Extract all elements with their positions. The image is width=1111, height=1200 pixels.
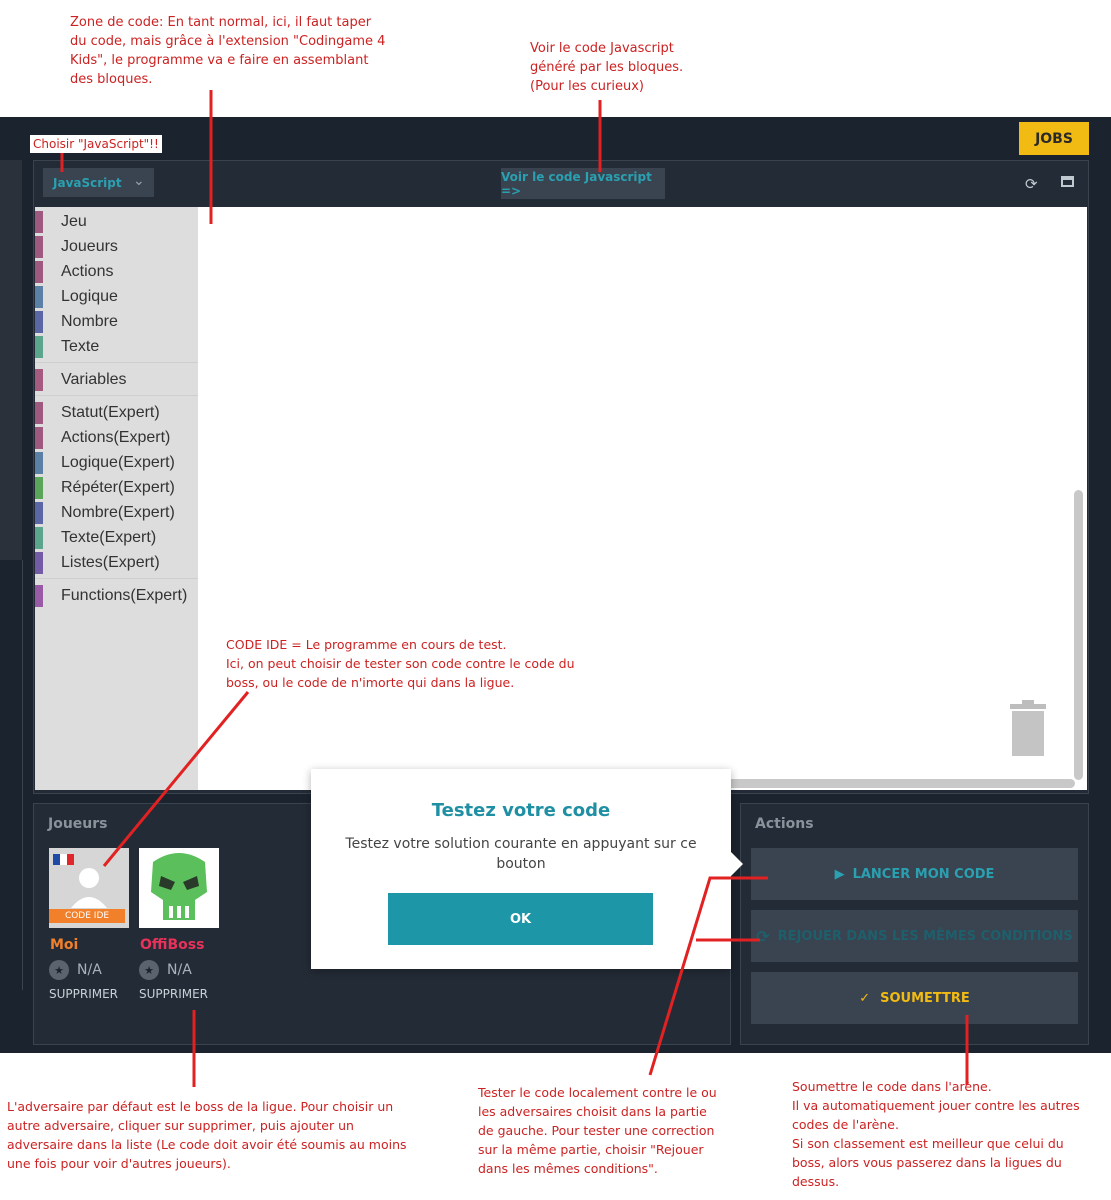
toolbox-separator — [35, 362, 198, 363]
replay-label: REJOUER DANS LES MÊMES CONDITIONS — [777, 928, 1073, 944]
popup-arrow — [731, 852, 743, 876]
toolbox-category[interactable]: Jeu — [35, 211, 198, 233]
submit-label: SOUMETTRE — [880, 990, 970, 1006]
category-color-bar — [35, 552, 43, 574]
replay-button[interactable]: ⟳ REJOUER DANS LES MÊMES CONDITIONS — [751, 910, 1078, 962]
category-label: Functions(Expert) — [61, 587, 188, 604]
delete-opponent-link[interactable]: SUPPRIMER — [139, 987, 208, 1001]
check-icon: ✓ — [859, 990, 871, 1006]
annotation-code-zone: Zone de code: En tant normal, ici, il fa… — [70, 15, 386, 87]
toolbox-category[interactable]: Statut(Expert) — [35, 402, 198, 424]
play-icon: ▶ — [834, 866, 845, 882]
category-label: Répéter(Expert) — [61, 479, 175, 496]
view-javascript-button[interactable]: Voir le code Javascript => — [501, 168, 665, 199]
toolbox-category[interactable]: Actions(Expert) — [35, 427, 198, 449]
category-label: Logique(Expert) — [61, 454, 175, 471]
category-color-bar — [35, 369, 43, 391]
trash-icon[interactable] — [1008, 700, 1048, 756]
toolbox-category[interactable]: Texte(Expert) — [35, 527, 198, 549]
category-color-bar — [35, 502, 43, 524]
opponent-avatar[interactable] — [139, 848, 219, 928]
toolbox-category[interactable]: Logique(Expert) — [35, 452, 198, 474]
category-color-bar — [35, 336, 43, 358]
chevron-down-icon[interactable]: ⌄ — [133, 173, 145, 189]
vertical-scrollbar[interactable] — [1074, 490, 1083, 780]
toolbox-separator — [35, 578, 198, 579]
star-icon: ★ — [139, 960, 159, 980]
toolbox-category[interactable]: Actions — [35, 261, 198, 283]
opponent-rank: ★ N/A — [139, 960, 192, 980]
toolbox-category[interactable]: Listes(Expert) — [35, 552, 198, 574]
block-workspace[interactable] — [198, 207, 1087, 790]
category-label: Nombre — [61, 313, 118, 330]
annotation-default-opponent: L'adversaire par défaut est le boss de l… — [7, 1099, 407, 1171]
star-icon: ★ — [49, 960, 69, 980]
left-panel-strip — [0, 160, 22, 560]
toolbox-category[interactable]: Joueurs — [35, 236, 198, 258]
toolbox-category[interactable]: Texte — [35, 336, 198, 358]
delete-player-link[interactable]: SUPPRIMER — [49, 987, 118, 1001]
toolbox-category[interactable]: Logique — [35, 286, 198, 308]
reload-icon[interactable]: ⟳ — [1025, 175, 1038, 193]
category-label: Actions — [61, 263, 114, 280]
run-code-button[interactable]: ▶ LANCER MON CODE — [751, 848, 1078, 900]
category-color-bar — [35, 585, 43, 607]
rank-value: N/A — [77, 962, 102, 978]
category-label: Jeu — [61, 213, 87, 230]
annotation-submit: Soumettre le code dans l'arène. Il va au… — [792, 1079, 1080, 1189]
submit-button[interactable]: ✓ SOUMETTRE — [751, 972, 1078, 1024]
category-color-bar — [35, 477, 43, 499]
category-color-bar — [35, 211, 43, 233]
category-color-bar — [35, 311, 43, 333]
category-color-bar — [35, 427, 43, 449]
popup-text: Testez votre solution courante en appuya… — [345, 836, 697, 872]
replay-icon: ⟳ — [756, 926, 770, 946]
popup-ok-button[interactable]: OK — [388, 893, 653, 945]
toolbox-category[interactable]: Variables — [35, 369, 198, 391]
category-label: Nombre(Expert) — [61, 504, 175, 521]
skull-icon — [139, 848, 219, 928]
left-panel-strip-lower — [0, 560, 23, 990]
maximize-icon[interactable] — [1061, 176, 1074, 187]
category-color-bar — [35, 286, 43, 308]
rank-value: N/A — [167, 962, 192, 978]
opponent-name: OffiBoss — [140, 937, 205, 953]
toolbox-category[interactable]: Nombre — [35, 311, 198, 333]
category-color-bar — [35, 527, 43, 549]
category-color-bar — [35, 261, 43, 283]
category-label: Joueurs — [61, 238, 118, 255]
category-label: Texte — [61, 338, 100, 355]
jobs-button[interactable]: JOBS — [1019, 122, 1089, 155]
popup-title: Testez votre code — [431, 800, 611, 821]
category-label: Variables — [61, 371, 127, 388]
category-color-bar — [35, 452, 43, 474]
horizontal-scrollbar[interactable] — [715, 779, 1075, 788]
annotation-choose-js: Choisir "JavaScript"!! — [30, 135, 162, 153]
category-label: Logique — [61, 288, 118, 305]
category-color-bar — [35, 402, 43, 424]
actions-title: Actions — [755, 816, 814, 832]
category-label: Actions(Expert) — [61, 429, 171, 446]
run-code-label: LANCER MON CODE — [852, 866, 995, 882]
annotation-code-ide: CODE IDE = Le programme en cours de test… — [226, 637, 575, 690]
toolbox-separator — [35, 395, 198, 396]
category-label: Listes(Expert) — [61, 554, 160, 571]
players-title: Joueurs — [48, 816, 108, 832]
category-label: Texte(Expert) — [61, 529, 157, 546]
annotation-test-locally: Tester le code localement contre le ou l… — [478, 1085, 717, 1176]
toolbox-category[interactable]: Functions(Expert) — [35, 585, 198, 607]
player-name: Moi — [50, 937, 79, 953]
category-label: Statut(Expert) — [61, 404, 160, 421]
toolbox-category[interactable]: Nombre(Expert) — [35, 502, 198, 524]
category-color-bar — [35, 236, 43, 258]
toolbox-category[interactable]: Répéter(Expert) — [35, 477, 198, 499]
player-rank: ★ N/A — [49, 960, 102, 980]
annotation-view-js: Voir le code Javascript généré par les b… — [530, 41, 684, 94]
code-ide-badge: CODE IDE — [49, 909, 125, 923]
